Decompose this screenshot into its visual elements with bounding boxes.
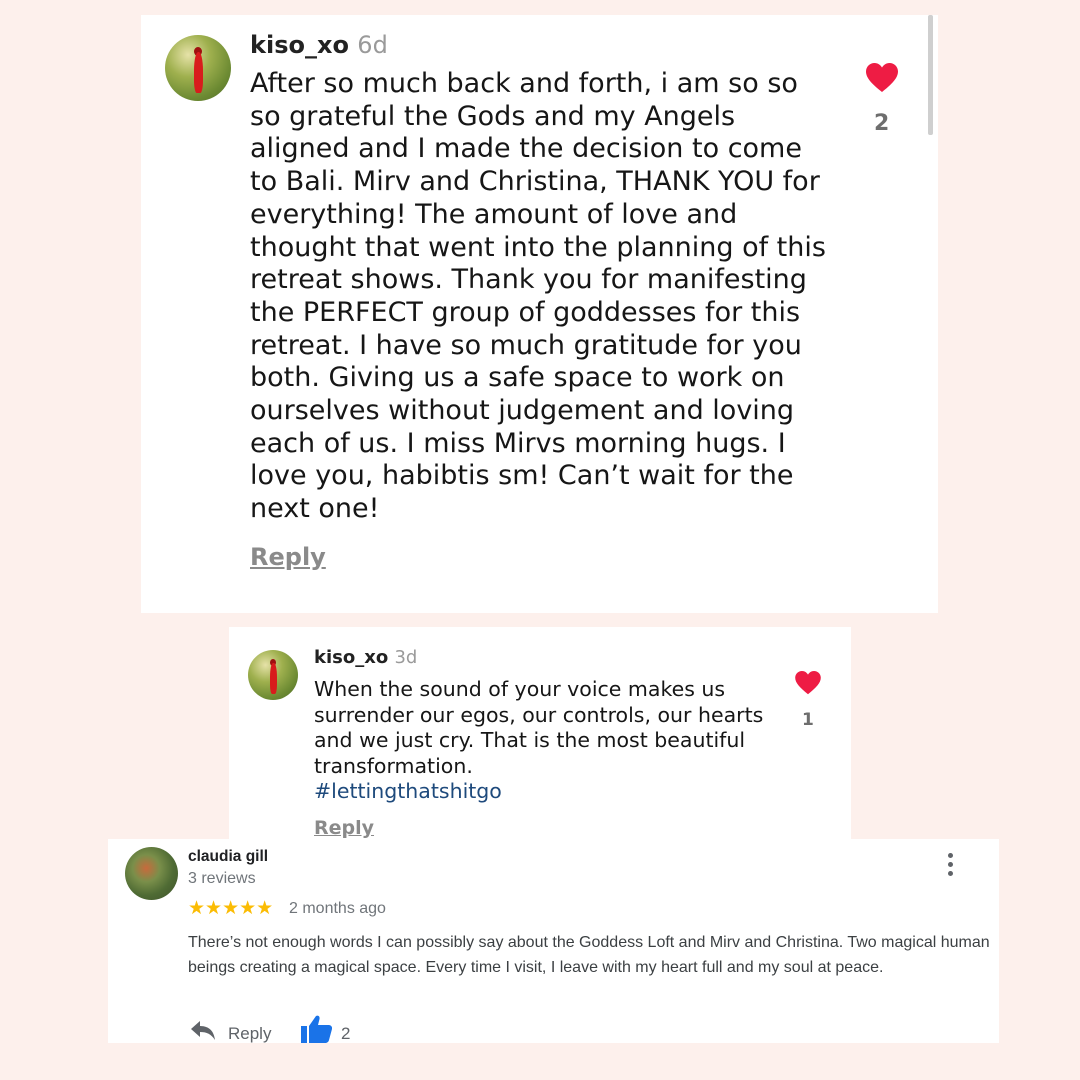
scrollbar[interactable] — [928, 15, 933, 135]
comment-body: When the sound of your voice makes us su… — [314, 677, 764, 805]
reviewer-name[interactable]: claudia gill — [188, 848, 268, 866]
comment-age: 6d — [357, 31, 388, 59]
comment-header: kiso_xo 3d — [314, 647, 417, 668]
comment-text: After so much back and forth, i am so so… — [250, 68, 826, 525]
review-count: 3 reviews — [188, 870, 256, 887]
avatar[interactable] — [125, 847, 178, 900]
reply-button[interactable]: Reply — [250, 543, 326, 571]
more-options-icon[interactable] — [945, 853, 955, 879]
avatar[interactable] — [165, 35, 231, 101]
username[interactable]: kiso_xo — [250, 31, 349, 59]
like-count: 2 — [874, 111, 890, 136]
comment-card: kiso_xo 3d When the sound of your voice … — [229, 627, 851, 840]
heart-icon[interactable] — [866, 63, 898, 93]
comment-header: kiso_xo 6d — [250, 31, 388, 59]
review-text: There’s not enough words I can possibly … — [188, 934, 990, 976]
helpful-count: 2 — [341, 1024, 351, 1043]
heart-icon[interactable] — [795, 671, 821, 695]
hashtag-link[interactable]: #lettingthatshitgo — [314, 779, 502, 803]
review-date: 2 months ago — [289, 900, 386, 917]
review-card: claudia gill 3 reviews ★★★★★ 2 months ag… — [108, 839, 999, 1043]
reply-button[interactable]: Reply — [314, 817, 374, 839]
avatar[interactable] — [248, 650, 298, 700]
comment-text: When the sound of your voice makes us su… — [314, 677, 764, 778]
star-rating: ★★★★★ — [188, 898, 274, 919]
avatar-figure — [194, 52, 204, 94]
avatar-figure — [270, 663, 277, 694]
comment-age: 3d — [394, 647, 418, 668]
comment-card: kiso_xo 6d After so much back and forth,… — [141, 15, 938, 613]
reply-arrow-icon[interactable] — [190, 1019, 216, 1041]
reply-button[interactable]: Reply — [228, 1024, 271, 1044]
username[interactable]: kiso_xo — [314, 647, 388, 668]
like-count: 1 — [802, 710, 814, 730]
thumbs-up-icon[interactable] — [301, 1015, 332, 1043]
